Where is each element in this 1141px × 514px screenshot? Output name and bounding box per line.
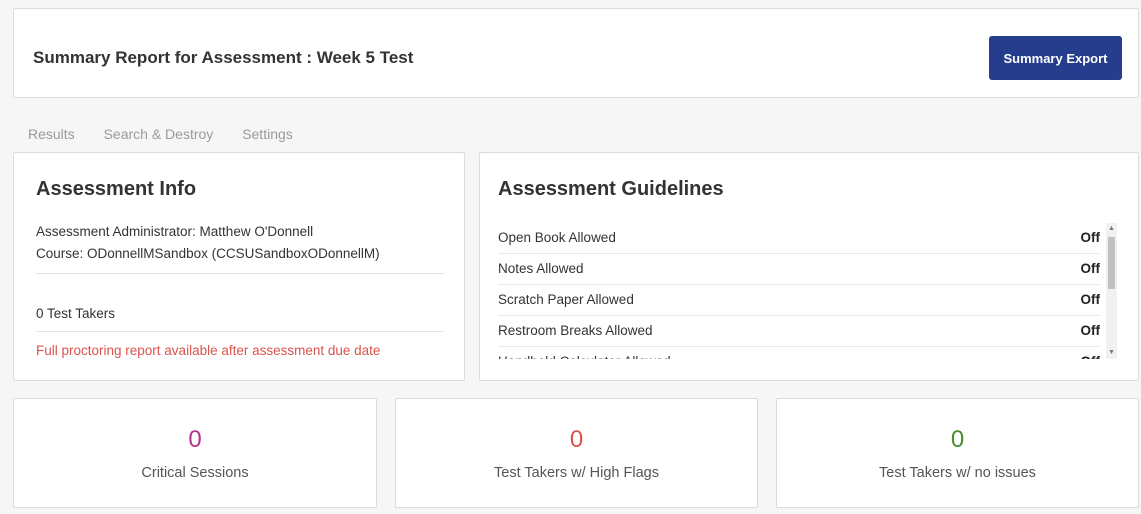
- guideline-value: Off: [1080, 292, 1101, 307]
- list-item: Notes Allowed Off: [498, 254, 1100, 285]
- guideline-value: Off: [1080, 323, 1101, 338]
- summary-export-button[interactable]: Summary Export: [989, 36, 1122, 80]
- list-item: Restroom Breaks Allowed Off: [498, 316, 1100, 347]
- assessment-guidelines-panel: Assessment Guidelines Open Book Allowed …: [479, 152, 1139, 381]
- course-text: Course: ODonnellMSandbox (CCSUSandboxODo…: [36, 246, 380, 261]
- guideline-label: Open Book Allowed: [498, 230, 616, 245]
- stat-no-issues: 0 Test Takers w/ no issues: [776, 398, 1139, 508]
- guideline-value: Off: [1080, 230, 1101, 245]
- guideline-label: Notes Allowed: [498, 261, 584, 276]
- page-title: Summary Report for Assessment : Week 5 T…: [33, 48, 414, 67]
- scroll-down-arrow-icon[interactable]: ▼: [1106, 347, 1117, 359]
- guidelines-list[interactable]: Open Book Allowed Off Notes Allowed Off …: [498, 223, 1100, 359]
- tab-search-destroy[interactable]: Search & Destroy: [104, 126, 214, 142]
- stat-value: 0: [569, 426, 584, 453]
- administrator-text: Assessment Administrator: Matthew O'Donn…: [36, 224, 314, 239]
- stat-value: 0: [188, 426, 202, 453]
- stat-label: Test Takers w/ High Flags: [494, 465, 659, 481]
- list-item: Handheld Calculator Allowed Off: [498, 347, 1100, 359]
- stat-label: Critical Sessions: [141, 465, 249, 481]
- tab-settings[interactable]: Settings: [242, 126, 293, 142]
- list-item: Scratch Paper Allowed Off: [498, 285, 1100, 316]
- assessment-info-panel: Assessment Info Assessment Administrator…: [13, 152, 465, 381]
- stat-critical-sessions: 0 Critical Sessions: [13, 398, 377, 508]
- proctoring-notice: Full proctoring report available after a…: [36, 343, 381, 358]
- test-takers-count: 0 Test Takers: [36, 306, 116, 321]
- guidelines-scrollbar[interactable]: ▲ ▼: [1106, 223, 1117, 359]
- guideline-value: Off: [1080, 261, 1101, 276]
- list-item: Open Book Allowed Off: [498, 223, 1100, 254]
- divider: [36, 273, 444, 274]
- tab-results[interactable]: Results: [28, 126, 75, 142]
- assessment-guidelines-heading: Assessment Guidelines: [498, 178, 724, 200]
- guideline-label: Scratch Paper Allowed: [498, 292, 634, 307]
- tab-bar: Results Search & Destroy Settings: [28, 126, 318, 142]
- stat-high-flags: 0 Test Takers w/ High Flags: [395, 398, 758, 508]
- report-header: Summary Report for Assessment : Week 5 T…: [13, 8, 1139, 98]
- divider: [36, 331, 444, 332]
- stat-value: 0: [950, 426, 965, 453]
- scrollbar-thumb[interactable]: [1108, 237, 1115, 289]
- guideline-value: Off: [1081, 347, 1101, 359]
- guideline-label: Handheld Calculator Allowed: [498, 347, 671, 359]
- assessment-info-heading: Assessment Info: [36, 178, 197, 200]
- guideline-label: Restroom Breaks Allowed: [498, 323, 653, 338]
- stat-label: Test Takers w/ no issues: [879, 465, 1036, 481]
- scroll-up-arrow-icon[interactable]: ▲: [1106, 223, 1117, 235]
